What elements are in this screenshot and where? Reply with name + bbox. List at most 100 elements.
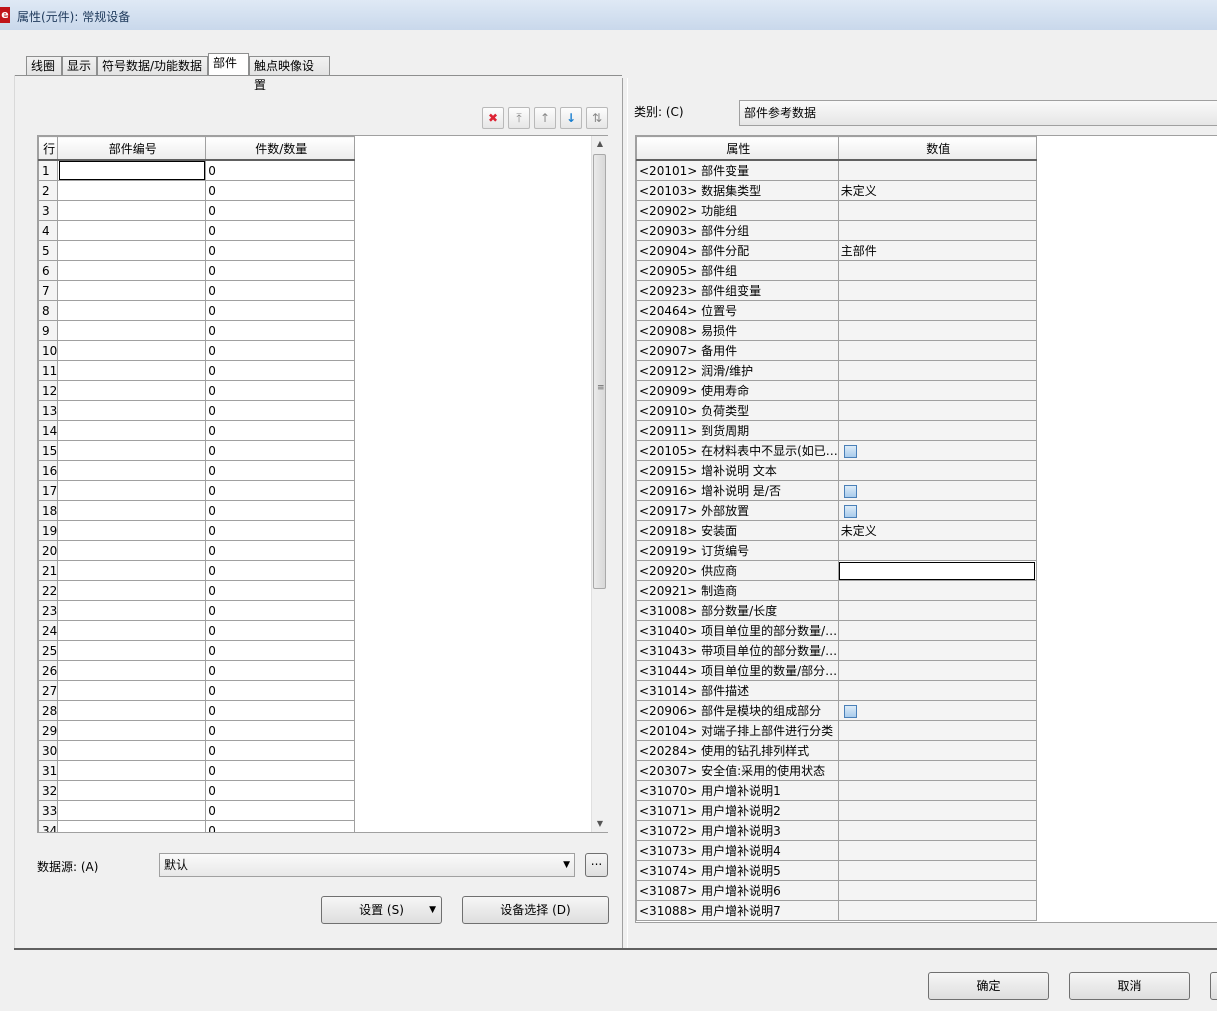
table-row[interactable]: 50 [38, 240, 356, 261]
part-number-cell[interactable] [57, 740, 207, 761]
part-number-cell[interactable] [57, 460, 207, 481]
property-value[interactable]: 主部件 [837, 240, 1037, 261]
property-row[interactable]: <31014> 部件描述 [636, 680, 1037, 701]
quantity-cell[interactable]: 0 [205, 780, 356, 801]
scroll-down-icon[interactable]: ▼ [592, 816, 608, 832]
quantity-cell[interactable]: 0 [205, 560, 356, 581]
property-row[interactable]: <20903> 部件分组 [636, 220, 1037, 241]
table-row[interactable]: 40 [38, 220, 356, 241]
quantity-cell[interactable]: 0 [205, 360, 356, 381]
setup-button[interactable]: 设置 (S) ▼ [321, 896, 442, 924]
table-row[interactable]: 70 [38, 280, 356, 301]
data-source-select[interactable]: 默认 ▼ [159, 853, 575, 877]
part-number-cell[interactable] [57, 320, 207, 341]
column-header-property[interactable]: 属性 [636, 136, 839, 161]
quantity-cell[interactable]: 0 [205, 440, 356, 461]
ok-button[interactable]: 确定 [928, 972, 1049, 1000]
quantity-cell[interactable]: 0 [205, 700, 356, 721]
quantity-cell[interactable]: 0 [205, 500, 356, 521]
part-number-cell[interactable] [57, 280, 207, 301]
property-value[interactable] [837, 620, 1037, 641]
apply-button[interactable] [1210, 972, 1217, 1000]
table-row[interactable]: 26 0 [38, 660, 356, 681]
property-row[interactable]: <20912> 润滑/维护 [636, 360, 1037, 381]
property-value[interactable] [837, 260, 1037, 281]
category-select[interactable]: 部件参考数据 [739, 100, 1217, 126]
property-row[interactable]: <31072> 用户增补说明3 [636, 820, 1037, 841]
quantity-cell[interactable]: 0 [205, 660, 356, 681]
property-value[interactable] [837, 200, 1037, 221]
part-number-cell[interactable] [57, 340, 207, 361]
property-row[interactable]: <20464> 位置号 [636, 300, 1037, 321]
property-value[interactable] [837, 500, 1037, 521]
property-value[interactable] [837, 380, 1037, 401]
property-value[interactable] [837, 820, 1037, 841]
property-value[interactable] [837, 220, 1037, 241]
property-row[interactable]: <20916> 增补说明 是/否 [636, 480, 1037, 501]
property-row[interactable]: <20911> 到货周期 [636, 420, 1037, 441]
part-number-cell[interactable] [57, 660, 207, 681]
table-row[interactable]: 10 0 [38, 340, 356, 361]
property-row[interactable]: <20917> 外部放置 [636, 500, 1037, 521]
table-row[interactable]: 29 0 [38, 720, 356, 741]
property-value[interactable]: 未定义 [837, 180, 1037, 201]
table-row[interactable]: 13 0 [38, 400, 356, 421]
part-number-cell[interactable] [57, 500, 207, 521]
part-number-cell[interactable] [57, 680, 207, 701]
property-value[interactable] [837, 480, 1037, 501]
property-value[interactable] [837, 340, 1037, 361]
part-number-cell[interactable] [57, 480, 207, 501]
property-value[interactable] [837, 680, 1037, 701]
panel-splitter[interactable] [622, 78, 628, 948]
table-row[interactable]: 32 0 [38, 780, 356, 801]
table-row[interactable]: 15 0 [38, 440, 356, 461]
table-row[interactable]: 24 0 [38, 620, 356, 641]
part-number-cell[interactable] [57, 820, 207, 832]
column-header-value[interactable]: 数值 [837, 136, 1037, 161]
property-row[interactable]: <20908> 易损件 [636, 320, 1037, 341]
checkbox[interactable] [843, 704, 857, 718]
property-row[interactable]: <20920> 供应商 [636, 560, 1037, 581]
table-row[interactable]: 31 0 [38, 760, 356, 781]
checkbox[interactable] [843, 484, 857, 498]
quantity-cell[interactable]: 0 [205, 240, 356, 261]
property-value[interactable] [837, 320, 1037, 341]
table-row[interactable]: 20 0 [38, 540, 356, 561]
column-header-part-number[interactable]: 部件编号 [57, 136, 207, 161]
property-row[interactable]: <20307> 安全值:采用的使用状态 [636, 760, 1037, 781]
quantity-cell[interactable]: 0 [205, 280, 356, 301]
table-row[interactable]: 10 [38, 159, 356, 181]
property-row[interactable]: <20905> 部件组 [636, 260, 1037, 281]
quantity-cell[interactable]: 0 [205, 760, 356, 781]
table-row[interactable]: 30 0 [38, 740, 356, 761]
property-value[interactable] [837, 640, 1037, 661]
property-value[interactable] [837, 560, 1037, 581]
property-row[interactable]: <20902> 功能组 [636, 200, 1037, 221]
quantity-cell[interactable]: 0 [205, 200, 356, 221]
table-row[interactable]: 33 0 [38, 800, 356, 821]
quantity-cell[interactable]: 0 [205, 740, 356, 761]
tab-contact-image-settings[interactable]: 触点映像设置 [249, 56, 330, 92]
tab-coil[interactable]: 线圈 [26, 56, 62, 75]
property-value[interactable] [837, 400, 1037, 421]
part-number-cell[interactable] [57, 180, 207, 201]
part-number-cell[interactable] [57, 200, 207, 221]
property-value[interactable] [837, 280, 1037, 301]
table-row[interactable]: 17 0 [38, 480, 356, 501]
part-number-cell[interactable] [57, 260, 207, 281]
tab-symbol-function-data[interactable]: 符号数据/功能数据 [97, 56, 208, 75]
move-up-icon[interactable]: ↑ [534, 107, 556, 129]
property-value[interactable] [837, 440, 1037, 461]
property-row[interactable]: <20918> 安装面 未定义 [636, 520, 1037, 541]
property-row[interactable]: <31040> 项目单位里的部分数量/… [636, 620, 1037, 641]
property-value[interactable] [837, 300, 1037, 321]
property-row[interactable]: <20909> 使用寿命 [636, 380, 1037, 401]
property-row[interactable]: <31043> 带项目单位的部分数量/… [636, 640, 1037, 661]
property-value[interactable] [837, 660, 1037, 681]
table-row[interactable]: 22 0 [38, 580, 356, 601]
property-value[interactable] [837, 860, 1037, 881]
part-number-cell[interactable] [57, 780, 207, 801]
quantity-cell[interactable]: 0 [205, 180, 356, 201]
part-number-cell[interactable] [57, 520, 207, 541]
checkbox[interactable] [843, 444, 857, 458]
